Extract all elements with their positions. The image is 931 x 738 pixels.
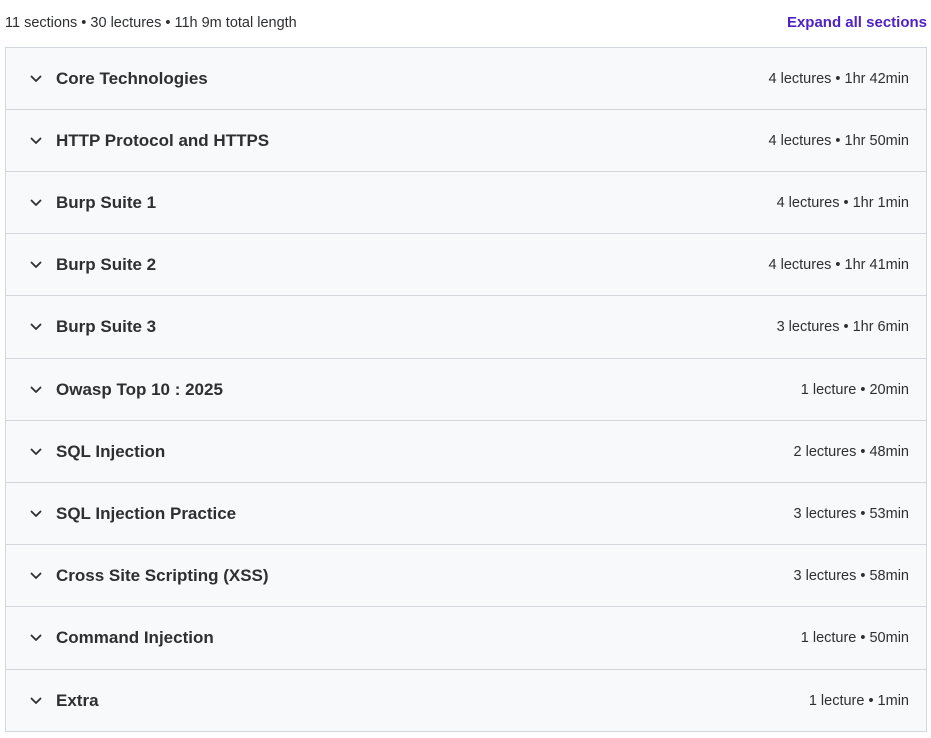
section-meta: 1 lecture • 50min [800,630,909,646]
expand-all-sections-button[interactable]: Expand all sections [787,14,927,31]
curriculum-section[interactable]: Burp Suite 3 3 lectures • 1hr 6min [6,296,926,359]
section-meta: 1 lecture • 1min [808,692,909,709]
section-title: Cross Site Scripting (XSS) [56,565,269,585]
section-title: Command Injection [56,628,214,647]
chevron-down-icon [29,72,43,86]
chevron-down-icon [29,134,43,148]
section-title: Burp Suite 1 [56,192,157,212]
section-title: SQL Injection [56,441,166,461]
curriculum-section[interactable]: Cross Site Scripting (XSS) 3 lectures • … [6,545,926,607]
curriculum-section[interactable]: Owasp Top 10 : 2025 1 lecture • 20min [6,359,926,421]
section-meta: 2 lectures • 48min [793,443,910,460]
section-title: Burp Suite 2 [56,254,157,274]
chevron-down-icon [29,383,43,397]
section-title: SQL Injection Practice [56,503,237,523]
section-title: HTTP Protocol and HTTPS [56,130,270,150]
curriculum-section[interactable]: Burp Suite 1 4 lectures • 1hr 1min [6,172,926,234]
section-title: Owasp Top 10 : 2025 [56,379,223,399]
chevron-down-icon [29,507,43,521]
section-meta: 4 lectures • 1hr 1min [776,194,909,211]
chevron-down-icon [29,320,43,334]
section-meta: 3 lectures • 1hr 6min [776,319,909,335]
chevron-down-icon [29,258,43,272]
curriculum-summary-bar: 11 sections • 30 lectures • 11h 9m total… [5,0,927,47]
curriculum-section[interactable]: Extra 1 lecture • 1min [6,670,926,732]
curriculum-section[interactable]: HTTP Protocol and HTTPS 4 lectures • 1hr… [6,110,926,172]
chevron-down-icon [29,694,43,708]
curriculum-summary-text: 11 sections • 30 lectures • 11h 9m total… [5,14,297,31]
curriculum-section-list: Core Technologies 4 lectures • 1hr 42min… [5,47,927,732]
section-meta: 4 lectures • 1hr 50min [768,132,909,149]
section-title: Burp Suite 3 [56,317,157,336]
section-meta: 3 lectures • 53min [793,505,910,522]
curriculum-section[interactable]: Command Injection 1 lecture • 50min [6,607,926,670]
chevron-down-icon [29,569,43,583]
curriculum-section[interactable]: Burp Suite 2 4 lectures • 1hr 41min [6,234,926,296]
curriculum-section[interactable]: SQL Injection 2 lectures • 48min [6,421,926,483]
section-meta: 1 lecture • 20min [800,381,909,398]
section-meta: 3 lectures • 58min [793,567,910,584]
curriculum-section[interactable]: Core Technologies 4 lectures • 1hr 42min [6,48,926,110]
curriculum-section[interactable]: SQL Injection Practice 3 lectures • 53mi… [6,483,926,545]
chevron-down-icon [29,631,43,645]
section-title: Extra [56,690,99,710]
chevron-down-icon [29,196,43,210]
chevron-down-icon [29,445,43,459]
section-title: Core Technologies [56,68,208,88]
section-meta: 4 lectures • 1hr 42min [768,70,909,87]
section-meta: 4 lectures • 1hr 41min [768,256,909,273]
